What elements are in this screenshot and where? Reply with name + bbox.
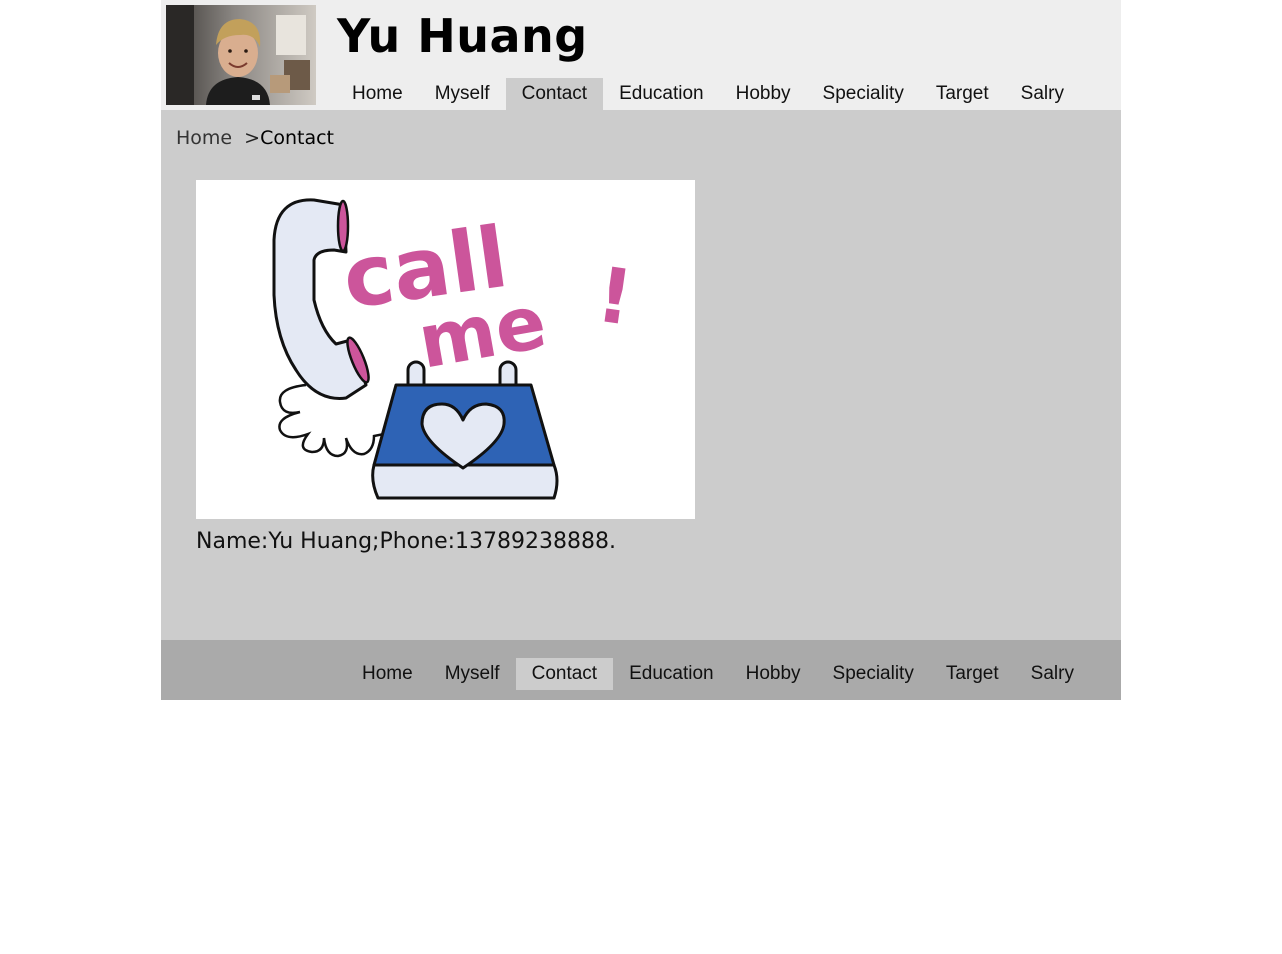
nav-item-salry[interactable]: Salry [1005, 78, 1080, 110]
nav-item-hobby[interactable]: Hobby [720, 78, 807, 110]
footer-nav-item-home[interactable]: Home [346, 658, 429, 690]
main-content: Home >Contact call me ! Name:Yu Huang;Ph… [161, 110, 1121, 640]
footer-nav-item-speciality[interactable]: Speciality [817, 658, 930, 690]
site-title: Yu Huang [337, 9, 588, 63]
site-footer: Home Myself Contact Education Hobby Spec… [161, 640, 1121, 700]
breadcrumb-separator: > [244, 127, 261, 149]
footer-nav-item-myself[interactable]: Myself [429, 658, 516, 690]
nav-item-myself[interactable]: Myself [419, 78, 506, 110]
nav-item-target[interactable]: Target [920, 78, 1005, 110]
footer-nav: Home Myself Contact Education Hobby Spec… [346, 658, 1090, 690]
footer-nav-item-target[interactable]: Target [930, 658, 1015, 690]
footer-nav-item-hobby[interactable]: Hobby [730, 658, 817, 690]
breadcrumb: Home >Contact [176, 126, 334, 150]
nav-item-education[interactable]: Education [603, 78, 720, 110]
page-container: Yu Huang Home Myself Contact Education H… [161, 0, 1121, 700]
site-header: Yu Huang Home Myself Contact Education H… [161, 0, 1121, 110]
footer-nav-item-education[interactable]: Education [613, 658, 730, 690]
call-me-image: call me ! [196, 180, 695, 519]
nav-item-contact[interactable]: Contact [505, 78, 604, 110]
nav-item-home[interactable]: Home [336, 78, 419, 110]
breadcrumb-current: Contact [260, 127, 334, 149]
nav-item-speciality[interactable]: Speciality [807, 78, 920, 110]
breadcrumb-home-link[interactable]: Home [176, 127, 232, 149]
contact-info-text: Name:Yu Huang;Phone:13789238888. [196, 529, 616, 554]
footer-nav-item-salry[interactable]: Salry [1015, 658, 1090, 690]
footer-nav-item-contact[interactable]: Contact [515, 658, 614, 690]
top-nav: Home Myself Contact Education Hobby Spec… [336, 78, 1080, 110]
avatar [166, 5, 316, 105]
